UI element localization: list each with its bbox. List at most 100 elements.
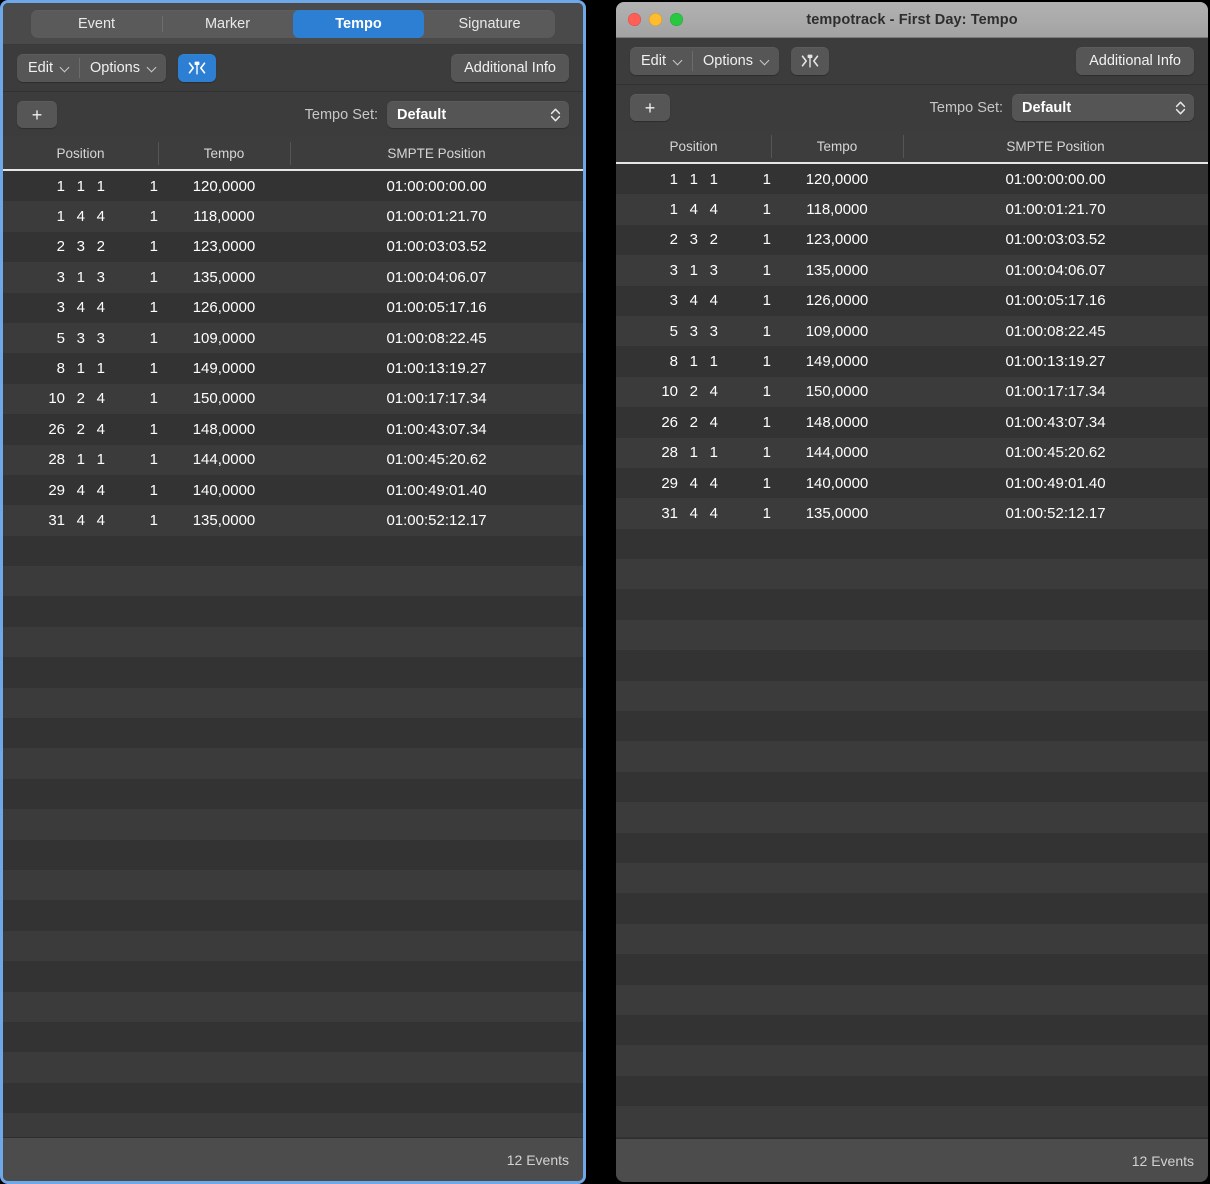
table-row[interactable]: 5331109,000001:00:08:22.45 bbox=[616, 316, 1208, 346]
cell-division[interactable]: 4 bbox=[698, 292, 718, 309]
cell-smpte-position[interactable]: 01:00:13:19.27 bbox=[903, 353, 1208, 370]
cell-bar[interactable]: 2 bbox=[616, 231, 678, 248]
cell-beat[interactable]: 4 bbox=[678, 292, 698, 309]
table-row[interactable] bbox=[616, 620, 1208, 650]
cell-ticks[interactable]: 1 bbox=[718, 353, 771, 370]
cell-division[interactable]: 4 bbox=[698, 505, 718, 522]
table-row[interactable] bbox=[3, 627, 583, 657]
cell-division[interactable]: 4 bbox=[85, 512, 105, 529]
cell-smpte-position[interactable]: 01:00:05:17.16 bbox=[290, 299, 583, 316]
cell-ticks[interactable]: 1 bbox=[718, 262, 771, 279]
cell-beat[interactable]: 3 bbox=[65, 238, 85, 255]
cell-smpte-position[interactable]: 01:00:13:19.27 bbox=[290, 360, 583, 377]
cell-smpte-position[interactable]: 01:00:45:20.62 bbox=[290, 451, 583, 468]
cell-tempo[interactable]: 148,0000 bbox=[771, 414, 903, 431]
cell-beat[interactable]: 1 bbox=[65, 451, 85, 468]
table-row[interactable] bbox=[3, 840, 583, 870]
table-row[interactable] bbox=[3, 779, 583, 809]
cell-smpte-position[interactable]: 01:00:08:22.45 bbox=[903, 323, 1208, 340]
cell-division[interactable]: 3 bbox=[698, 262, 718, 279]
cell-division[interactable]: 3 bbox=[698, 323, 718, 340]
cell-smpte-position[interactable]: 01:00:43:07.34 bbox=[903, 414, 1208, 431]
table-row[interactable] bbox=[616, 650, 1208, 680]
cell-bar[interactable]: 28 bbox=[616, 444, 678, 461]
tempo-set-popup-button[interactable]: Default bbox=[1012, 94, 1194, 121]
table-row[interactable]: 26241148,000001:00:43:07.34 bbox=[616, 407, 1208, 437]
column-header-smpte[interactable]: SMPTE Position bbox=[903, 130, 1208, 162]
edit-options-menu-group[interactable]: Edit Options bbox=[17, 54, 166, 82]
cell-ticks[interactable]: 1 bbox=[105, 451, 158, 468]
tempo-set-popup-button[interactable]: Default bbox=[387, 101, 569, 128]
table-row[interactable]: 1441118,000001:00:01:21.70 bbox=[3, 201, 583, 231]
cell-beat[interactable]: 4 bbox=[65, 512, 85, 529]
table-row[interactable]: 2321123,000001:00:03:03.52 bbox=[616, 225, 1208, 255]
cell-ticks[interactable]: 1 bbox=[718, 201, 771, 218]
cell-beat[interactable]: 4 bbox=[678, 475, 698, 492]
cell-bar[interactable]: 28 bbox=[3, 451, 65, 468]
table-row[interactable]: 1111120,000001:00:00:00.00 bbox=[616, 164, 1208, 194]
cell-division[interactable]: 2 bbox=[698, 231, 718, 248]
cell-ticks[interactable]: 1 bbox=[718, 383, 771, 400]
tab-tempo[interactable]: Tempo bbox=[293, 10, 424, 38]
cell-bar[interactable]: 8 bbox=[3, 360, 65, 377]
cell-division[interactable]: 1 bbox=[85, 451, 105, 468]
table-row[interactable]: 26241148,000001:00:43:07.34 bbox=[3, 414, 583, 444]
cell-beat[interactable]: 1 bbox=[678, 353, 698, 370]
cell-tempo[interactable]: 150,0000 bbox=[158, 390, 290, 407]
cell-bar[interactable]: 5 bbox=[3, 330, 65, 347]
cell-tempo[interactable]: 126,0000 bbox=[771, 292, 903, 309]
cell-tempo[interactable]: 118,0000 bbox=[771, 201, 903, 218]
cell-beat[interactable]: 1 bbox=[678, 171, 698, 188]
cell-division[interactable]: 4 bbox=[85, 421, 105, 438]
close-button-icon[interactable] bbox=[628, 13, 641, 26]
cell-bar[interactable]: 31 bbox=[616, 505, 678, 522]
cell-bar[interactable]: 29 bbox=[616, 475, 678, 492]
maximize-button-icon[interactable] bbox=[670, 13, 683, 26]
cell-beat[interactable]: 1 bbox=[65, 269, 85, 286]
cell-division[interactable]: 3 bbox=[85, 269, 105, 286]
tempo-list-window-left[interactable]: Event Marker Tempo Signature Edit bbox=[0, 0, 586, 1184]
cell-tempo[interactable]: 135,0000 bbox=[771, 505, 903, 522]
table-row[interactable]: 29441140,000001:00:49:01.40 bbox=[616, 468, 1208, 498]
table-row[interactable] bbox=[616, 802, 1208, 832]
cell-smpte-position[interactable]: 01:00:08:22.45 bbox=[290, 330, 583, 347]
cell-bar[interactable]: 26 bbox=[616, 414, 678, 431]
cell-tempo[interactable]: 126,0000 bbox=[158, 299, 290, 316]
cell-beat[interactable]: 3 bbox=[678, 323, 698, 340]
window-title-bar[interactable]: tempotrack - First Day: Tempo bbox=[616, 2, 1208, 38]
cell-tempo[interactable]: 149,0000 bbox=[158, 360, 290, 377]
table-row[interactable] bbox=[3, 870, 583, 900]
table-row[interactable] bbox=[616, 833, 1208, 863]
cell-ticks[interactable]: 1 bbox=[105, 360, 158, 377]
cell-ticks[interactable]: 1 bbox=[718, 323, 771, 340]
cell-beat[interactable]: 2 bbox=[678, 383, 698, 400]
table-row[interactable] bbox=[3, 596, 583, 626]
tab-signature[interactable]: Signature bbox=[424, 10, 555, 38]
table-row[interactable] bbox=[3, 536, 583, 566]
cell-smpte-position[interactable]: 01:00:52:12.17 bbox=[903, 505, 1208, 522]
table-row[interactable] bbox=[3, 1113, 583, 1137]
cell-ticks[interactable]: 1 bbox=[105, 482, 158, 499]
cell-tempo[interactable]: 144,0000 bbox=[771, 444, 903, 461]
cell-division[interactable]: 2 bbox=[85, 238, 105, 255]
table-row[interactable]: 3441126,000001:00:05:17.16 bbox=[3, 293, 583, 323]
cell-beat[interactable]: 1 bbox=[678, 444, 698, 461]
cell-bar[interactable]: 3 bbox=[616, 262, 678, 279]
cell-bar[interactable]: 3 bbox=[616, 292, 678, 309]
tempo-list-window-right[interactable]: tempotrack - First Day: Tempo Edit Optio… bbox=[616, 2, 1208, 1182]
cell-division[interactable]: 1 bbox=[698, 444, 718, 461]
table-row[interactable] bbox=[616, 711, 1208, 741]
cell-division[interactable]: 1 bbox=[85, 360, 105, 377]
table-row[interactable] bbox=[3, 961, 583, 991]
table-row[interactable] bbox=[3, 931, 583, 961]
edit-menu-button[interactable]: Edit bbox=[630, 47, 692, 75]
cell-ticks[interactable]: 1 bbox=[718, 231, 771, 248]
edit-options-menu-group[interactable]: Edit Options bbox=[630, 47, 779, 75]
cell-beat[interactable]: 1 bbox=[65, 178, 85, 195]
cell-ticks[interactable]: 1 bbox=[718, 292, 771, 309]
table-row[interactable] bbox=[3, 1083, 583, 1113]
cell-tempo[interactable]: 123,0000 bbox=[771, 231, 903, 248]
table-row[interactable] bbox=[616, 1106, 1208, 1136]
column-header-position[interactable]: Position bbox=[616, 130, 771, 162]
cell-ticks[interactable]: 1 bbox=[105, 178, 158, 195]
